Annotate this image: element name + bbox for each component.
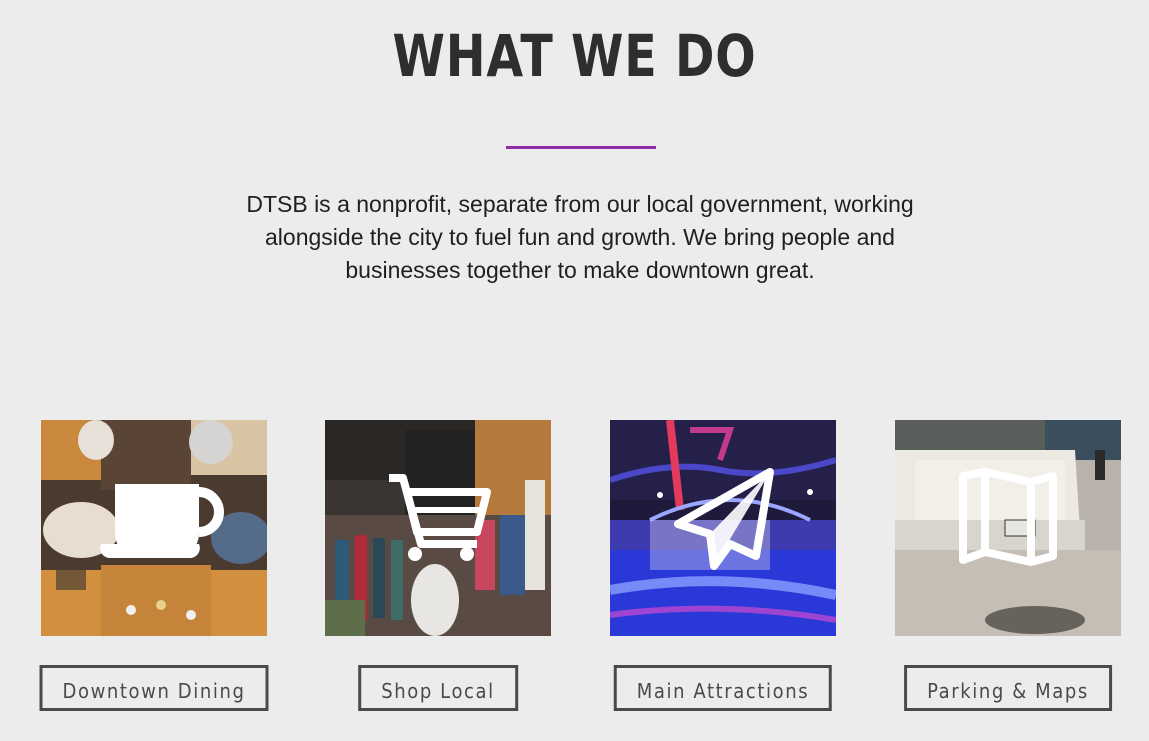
downtown-dining-button[interactable]: Downtown Dining — [39, 665, 269, 711]
card-shop-local: Shop Local — [325, 420, 551, 711]
shop-local-button[interactable]: Shop Local — [358, 665, 518, 711]
main-attractions-button[interactable]: Main Attractions — [613, 665, 833, 711]
card-parking-maps: Parking & Maps — [895, 420, 1121, 711]
paper-plane-icon — [674, 468, 774, 570]
title-divider — [506, 146, 656, 149]
attractions-photo[interactable] — [610, 420, 836, 636]
dining-photo[interactable] — [41, 420, 267, 636]
parking-photo[interactable] — [895, 420, 1121, 636]
section-title: WHAT WE DO — [392, 22, 757, 90]
coffee-cup-icon — [100, 484, 224, 559]
shopping-cart-icon — [389, 474, 491, 561]
card-main-attractions: Main Attractions — [610, 420, 836, 711]
shop-photo[interactable] — [325, 420, 551, 636]
intro-text: DTSB is a nonprofit, separate from our l… — [246, 191, 914, 283]
card-downtown-dining: Downtown Dining — [39, 420, 269, 711]
folded-map-icon — [959, 468, 1057, 566]
parking-maps-button[interactable]: Parking & Maps — [904, 665, 1112, 711]
